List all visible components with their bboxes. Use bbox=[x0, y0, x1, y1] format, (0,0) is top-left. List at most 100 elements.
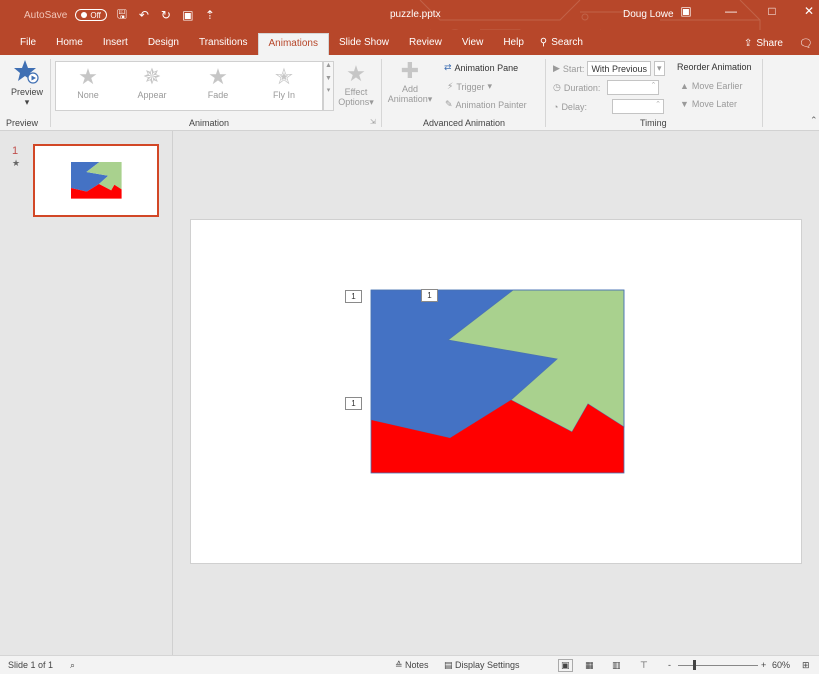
save-icon[interactable]: 🖫 bbox=[115, 5, 129, 26]
comments-icon[interactable]: 🗨 bbox=[799, 37, 813, 50]
animation-none[interactable]: ★ None bbox=[58, 64, 118, 100]
close-icon[interactable]: ✕ bbox=[799, 4, 819, 18]
start-label: Start: bbox=[562, 63, 585, 74]
start-dropdown-icon[interactable]: ▾ bbox=[653, 61, 665, 76]
animation-painter-button[interactable]: ✎ Animation Painter bbox=[445, 99, 527, 110]
animation-appear[interactable]: ✵ Appear bbox=[122, 64, 182, 100]
toggle-knob-icon bbox=[81, 12, 88, 18]
animation-pane-button[interactable]: ⇄ Animation Pane bbox=[444, 62, 518, 73]
ribbon-divider bbox=[381, 59, 382, 127]
effect-star-icon: ★ bbox=[346, 61, 366, 86]
animation-fade-label: Fade bbox=[207, 90, 229, 100]
reorder-animation-title: Reorder Animation bbox=[677, 62, 752, 72]
star-icon: ★ bbox=[208, 64, 228, 89]
preview-dropdown-icon: ▾ bbox=[24, 97, 30, 107]
search-box[interactable]: ⚲ Search bbox=[534, 33, 589, 55]
move-later-button[interactable]: ▼ Move Later bbox=[680, 99, 737, 109]
tab-slide-show[interactable]: Slide Show bbox=[329, 33, 399, 55]
tab-review[interactable]: Review bbox=[399, 33, 452, 55]
ribbon-tabs: File Home Insert Design Transitions Anim… bbox=[0, 30, 819, 55]
zoom-slider-thumb[interactable] bbox=[693, 660, 696, 670]
undo-icon[interactable]: ↶ bbox=[137, 8, 151, 22]
move-later-label: Move Later bbox=[691, 99, 737, 109]
start-select[interactable]: With Previous bbox=[587, 61, 651, 76]
redo-icon[interactable]: ↻ bbox=[159, 8, 173, 22]
burst-star-icon: ✵ bbox=[142, 64, 162, 89]
delay-spinner[interactable] bbox=[611, 99, 664, 114]
zoom-in-button[interactable]: + bbox=[761, 660, 766, 670]
display-settings-button[interactable]: ▤ Display Settings bbox=[444, 660, 520, 671]
reorder-animation-label: Reorder Animation bbox=[677, 62, 752, 72]
tab-file[interactable]: File bbox=[10, 33, 46, 55]
animation-order-tag[interactable]: 1 bbox=[345, 290, 362, 303]
tab-home[interactable]: Home bbox=[46, 33, 93, 55]
ribbon-display-options-icon[interactable]: ▣ bbox=[676, 4, 696, 18]
zoom-out-button[interactable]: - bbox=[668, 660, 671, 670]
trigger-icon: ⚡ bbox=[447, 81, 454, 91]
duration-spinner[interactable] bbox=[607, 80, 660, 95]
tab-animations[interactable]: Animations bbox=[257, 33, 329, 55]
start-select-value: With Previous bbox=[591, 63, 647, 74]
slide-number: 1 bbox=[12, 145, 19, 157]
tab-insert[interactable]: Insert bbox=[93, 33, 138, 55]
preview-button[interactable]: Preview ▾ bbox=[8, 59, 46, 108]
trigger-button[interactable]: ⚡ Trigger ▾ bbox=[447, 81, 492, 92]
animation-dialog-launcher-icon[interactable]: ⇲ bbox=[370, 118, 376, 126]
minimize-icon[interactable]: — bbox=[721, 4, 741, 18]
add-animation-star-icon: ✚ bbox=[400, 58, 420, 83]
duration-label: Duration: bbox=[563, 82, 601, 93]
autosave-toggle[interactable]: Off bbox=[75, 9, 107, 21]
move-earlier-button[interactable]: ▲ Move Earlier bbox=[680, 81, 742, 91]
user-name[interactable]: Doug Lowe bbox=[623, 9, 674, 20]
reading-view-icon[interactable]: ▥ bbox=[612, 660, 621, 671]
move-earlier-label: Move Earlier bbox=[691, 81, 743, 91]
customize-toolbar-icon[interactable]: ⇡ bbox=[203, 8, 217, 22]
gallery-scroll-down-icon[interactable]: ▼ bbox=[324, 75, 333, 82]
share-button[interactable]: ⇪ Share bbox=[744, 38, 783, 49]
puzzle-graphic bbox=[370, 289, 625, 474]
add-animation-label-1: Add bbox=[401, 84, 418, 94]
move-earlier-icon: ▲ bbox=[680, 81, 689, 91]
gallery-scrollbar[interactable]: ▲ ▼ ▾ bbox=[323, 61, 334, 111]
normal-view-icon[interactable]: ▣ bbox=[558, 659, 573, 672]
animation-order-tag[interactable]: 1 bbox=[421, 289, 438, 302]
zoom-slider[interactable] bbox=[678, 665, 758, 666]
slide-thumbnail[interactable] bbox=[33, 144, 159, 217]
notes-button[interactable]: ≙ Notes bbox=[395, 660, 429, 671]
accessibility-icon[interactable]: ⌕ bbox=[70, 660, 75, 671]
start-row: ▶ Start: With Previous ▾ bbox=[553, 61, 665, 76]
animation-fly-in[interactable]: ✭ Fly In bbox=[254, 64, 314, 100]
gallery-more-icon[interactable]: ▾ bbox=[324, 86, 333, 94]
status-bar: Slide 1 of 1 ⌕ ≙ Notes ▤ Display Setting… bbox=[0, 655, 819, 674]
animation-fade[interactable]: ★ Fade bbox=[188, 64, 248, 100]
tab-view[interactable]: View bbox=[452, 33, 494, 55]
collapse-ribbon-icon[interactable]: ⌃ bbox=[810, 115, 818, 126]
slide-canvas[interactable]: 1 1 1 bbox=[190, 219, 802, 564]
ribbon: Preview ▾ Preview ★ None ✵ Appear ★ Fade… bbox=[0, 55, 819, 131]
fit-to-window-icon[interactable]: ⊞ bbox=[802, 660, 810, 671]
effect-options-button[interactable]: ★ Effect Options▾ bbox=[336, 61, 376, 108]
trigger-label: Trigger bbox=[456, 81, 485, 92]
slideshow-view-icon[interactable]: ⊤ bbox=[640, 660, 648, 671]
effect-options-label-2: Options bbox=[338, 97, 370, 107]
autosave-label: AutoSave bbox=[24, 9, 68, 21]
slides-pane: 1 ★ bbox=[0, 131, 173, 655]
tab-help[interactable]: Help bbox=[493, 33, 534, 55]
share-label: Share bbox=[756, 38, 783, 49]
animation-gallery: ★ None ✵ Appear ★ Fade ✭ Fly In bbox=[55, 61, 323, 111]
gallery-scroll-up-icon[interactable]: ▲ bbox=[324, 62, 333, 69]
add-animation-button[interactable]: ✚ Add Animation▾ bbox=[386, 58, 434, 105]
start-slideshow-icon[interactable]: ▣ bbox=[181, 8, 195, 22]
animation-order-tag[interactable]: 1 bbox=[345, 397, 362, 410]
maximize-icon[interactable]: □ bbox=[762, 4, 782, 18]
tab-design[interactable]: Design bbox=[138, 33, 189, 55]
zoom-level[interactable]: 60% bbox=[772, 660, 790, 670]
tab-transitions[interactable]: Transitions bbox=[189, 33, 258, 55]
start-play-icon: ▶ bbox=[553, 63, 560, 73]
animation-fly-in-label: Fly In bbox=[272, 90, 295, 100]
file-name: puzzle.pptx bbox=[390, 9, 441, 20]
slide-sorter-icon[interactable]: ▦ bbox=[585, 660, 594, 671]
trigger-dropdown-icon: ▾ bbox=[487, 81, 493, 91]
add-animation-label-2: Animation bbox=[387, 94, 428, 104]
group-label-preview: Preview bbox=[6, 118, 39, 128]
